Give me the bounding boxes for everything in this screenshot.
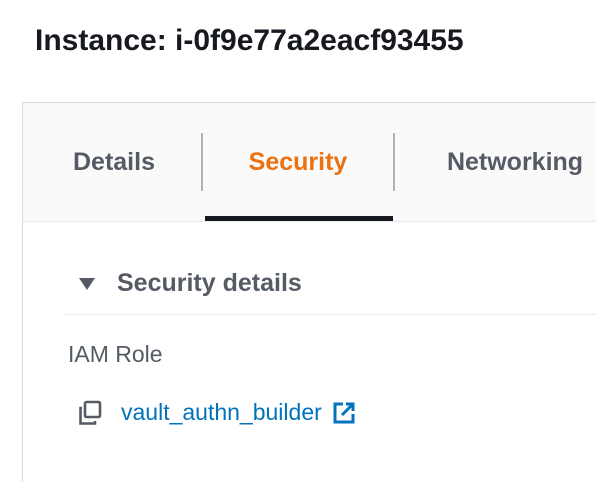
active-tab-indicator <box>205 216 393 221</box>
iam-role-label: IAM Role <box>68 341 163 367</box>
iam-role-value: vault_authn_builder <box>77 399 356 426</box>
tab-security[interactable]: Security <box>205 103 391 221</box>
instance-details-panel: Details Security Networking Security det… <box>22 102 596 482</box>
page-title: Instance: i-0f9e77a2eacf93455 <box>35 24 464 57</box>
section-divider <box>63 314 596 315</box>
iam-role-link[interactable]: vault_authn_builder <box>121 399 322 426</box>
instance-page: Instance: i-0f9e77a2eacf93455 Details Se… <box>0 0 596 482</box>
tab-divider <box>201 133 203 191</box>
external-link-icon[interactable] <box>332 401 356 425</box>
security-details-toggle[interactable]: Security details <box>79 269 302 298</box>
section-title: Security details <box>117 269 302 297</box>
caret-down-icon <box>79 277 95 290</box>
tab-networking[interactable]: Networking <box>415 103 596 221</box>
tab-details[interactable]: Details <box>47 103 181 221</box>
tab-bar: Details Security Networking <box>23 103 596 222</box>
copy-icon[interactable] <box>77 400 103 426</box>
tab-divider <box>393 133 395 191</box>
